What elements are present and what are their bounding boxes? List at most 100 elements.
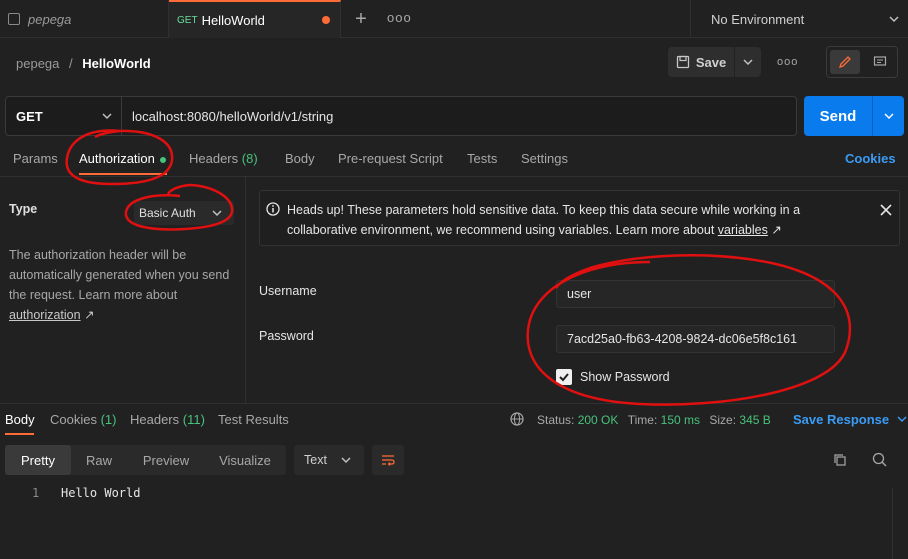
response-tab-body[interactable]: Body bbox=[5, 412, 35, 427]
breadcrumb: pepega / HelloWorld bbox=[16, 56, 151, 71]
environment-label: No Environment bbox=[711, 11, 805, 27]
external-link-icon: ↗ bbox=[771, 223, 782, 237]
divider bbox=[0, 403, 908, 404]
show-password-label: Show Password bbox=[580, 370, 670, 384]
scrollbar[interactable] bbox=[892, 488, 900, 559]
size-label: Size: bbox=[709, 413, 737, 427]
environment-select[interactable]: No Environment bbox=[690, 0, 908, 38]
sensitive-data-notice: Heads up! These parameters hold sensitiv… bbox=[259, 190, 900, 246]
tab-headers[interactable]: Headers (8) bbox=[189, 151, 258, 169]
password-field[interactable]: 7acd25a0-fb63-4208-9824-dc06e5f8c161 bbox=[556, 325, 835, 353]
tab-label: pepega bbox=[28, 11, 72, 27]
code-line: Hello World bbox=[61, 486, 141, 500]
tab-helloworld[interactable]: GET HelloWorld bbox=[169, 0, 341, 38]
wrap-lines-button[interactable] bbox=[372, 445, 404, 475]
unsaved-dot-icon bbox=[322, 16, 330, 24]
username-label: Username bbox=[259, 284, 317, 298]
more-actions-icon[interactable]: ooo bbox=[777, 56, 798, 68]
tab-label: HelloWorld bbox=[201, 12, 265, 28]
response-tab-test-results[interactable]: Test Results bbox=[218, 412, 289, 427]
auth-type-select[interactable]: Basic Auth bbox=[134, 201, 234, 225]
response-meta: Status: 200 OK Time: 150 ms Size: 345 B bbox=[537, 413, 771, 427]
tab-prerequest-script[interactable]: Pre-request Script bbox=[338, 151, 443, 169]
view-toggle bbox=[826, 46, 898, 78]
auth-description-text: The authorization header will be automat… bbox=[9, 248, 230, 302]
time-value[interactable]: 150 ms bbox=[661, 413, 700, 427]
tab-authorization-label: Authorization bbox=[79, 151, 155, 166]
chevron-down-icon bbox=[743, 59, 753, 66]
size-value[interactable]: 345 B bbox=[739, 413, 770, 427]
save-response-label: Save Response bbox=[793, 412, 890, 427]
format-select[interactable]: Text bbox=[294, 445, 364, 475]
format-value: Text bbox=[304, 453, 327, 467]
url-input[interactable]: localhost:8080/helloWorld/v1/string bbox=[132, 97, 333, 135]
comments-button[interactable] bbox=[865, 50, 895, 74]
new-tab-button[interactable]: + bbox=[350, 8, 372, 30]
more-tabs-icon[interactable]: ooo bbox=[387, 10, 412, 25]
active-tab-indicator bbox=[5, 433, 34, 435]
tab-headers-label: Headers bbox=[189, 151, 239, 166]
chevron-down-icon bbox=[341, 457, 351, 464]
save-button[interactable]: Save bbox=[668, 47, 734, 77]
view-tab-visualize[interactable]: Visualize bbox=[205, 445, 285, 475]
save-icon bbox=[676, 55, 689, 69]
cookies-link[interactable]: Cookies bbox=[845, 151, 896, 166]
external-link-icon: ↗ bbox=[84, 308, 95, 322]
globe-icon[interactable] bbox=[510, 412, 524, 426]
pencil-icon bbox=[838, 56, 851, 69]
show-password-checkbox[interactable] bbox=[556, 369, 572, 385]
response-tab-cookies[interactable]: Cookies (1) bbox=[50, 412, 116, 427]
tab-params[interactable]: Params bbox=[13, 151, 58, 169]
response-tab-headers[interactable]: Headers (11) bbox=[130, 412, 205, 427]
tab-pepega[interactable]: pepega bbox=[0, 0, 169, 38]
view-tab-preview[interactable]: Preview bbox=[129, 445, 203, 475]
tab-bar: pepega GET HelloWorld + ooo No Environme… bbox=[0, 0, 908, 38]
chevron-down-icon bbox=[889, 16, 899, 23]
request-bar: GET localhost:8080/helloWorld/v1/string bbox=[5, 96, 797, 136]
chevron-down-icon bbox=[897, 416, 907, 423]
auth-description: The authorization header will be automat… bbox=[9, 245, 239, 325]
method-select[interactable]: GET bbox=[6, 97, 122, 135]
tab-method: GET bbox=[177, 14, 198, 26]
password-label: Password bbox=[259, 329, 314, 343]
wrap-icon bbox=[382, 455, 395, 466]
cookies-count: (1) bbox=[100, 412, 117, 427]
edit-button[interactable] bbox=[830, 50, 860, 74]
time-label: Time: bbox=[627, 413, 658, 427]
checkmark-icon bbox=[559, 373, 569, 382]
copy-icon[interactable] bbox=[833, 453, 847, 467]
auth-type-panel: Type Basic Auth The authorization header… bbox=[0, 177, 246, 403]
tab-body[interactable]: Body bbox=[285, 151, 315, 169]
send-button-group: Send bbox=[804, 96, 904, 136]
show-password-toggle[interactable]: Show Password bbox=[556, 369, 670, 385]
chevron-down-icon bbox=[883, 113, 894, 120]
authorization-link[interactable]: authorization bbox=[9, 308, 81, 322]
method-label: GET bbox=[16, 108, 43, 124]
tab-authorization[interactable]: Authorization bbox=[79, 151, 166, 169]
save-options-button[interactable] bbox=[735, 47, 761, 77]
status-value[interactable]: 200 OK bbox=[578, 413, 619, 427]
status-label: Status: bbox=[537, 413, 575, 427]
comment-icon bbox=[873, 56, 887, 66]
response-headers-count: (11) bbox=[182, 412, 205, 427]
view-tab-pretty[interactable]: Pretty bbox=[5, 445, 71, 475]
info-icon bbox=[266, 202, 280, 216]
response-tab-cookies-label: Cookies bbox=[50, 412, 97, 427]
tab-settings[interactable]: Settings bbox=[521, 151, 568, 169]
username-field[interactable]: user bbox=[556, 280, 835, 308]
send-button[interactable]: Send bbox=[804, 96, 872, 136]
search-icon[interactable] bbox=[872, 452, 887, 467]
auth-type-value: Basic Auth bbox=[139, 206, 196, 220]
close-icon[interactable] bbox=[880, 204, 892, 216]
response-view-tabs: Pretty Raw Preview Visualize bbox=[5, 445, 286, 475]
send-options-button[interactable] bbox=[872, 96, 904, 136]
save-response-button[interactable]: Save Response bbox=[793, 412, 907, 427]
view-tab-raw[interactable]: Raw bbox=[71, 445, 127, 475]
notice-text: Heads up! These parameters hold sensitiv… bbox=[287, 200, 867, 240]
variables-link[interactable]: variables bbox=[718, 223, 768, 237]
page-title[interactable]: HelloWorld bbox=[82, 56, 150, 71]
save-label: Save bbox=[695, 54, 727, 70]
breadcrumb-workspace[interactable]: pepega bbox=[16, 56, 59, 71]
collection-icon bbox=[8, 13, 20, 25]
tab-tests[interactable]: Tests bbox=[467, 151, 497, 169]
